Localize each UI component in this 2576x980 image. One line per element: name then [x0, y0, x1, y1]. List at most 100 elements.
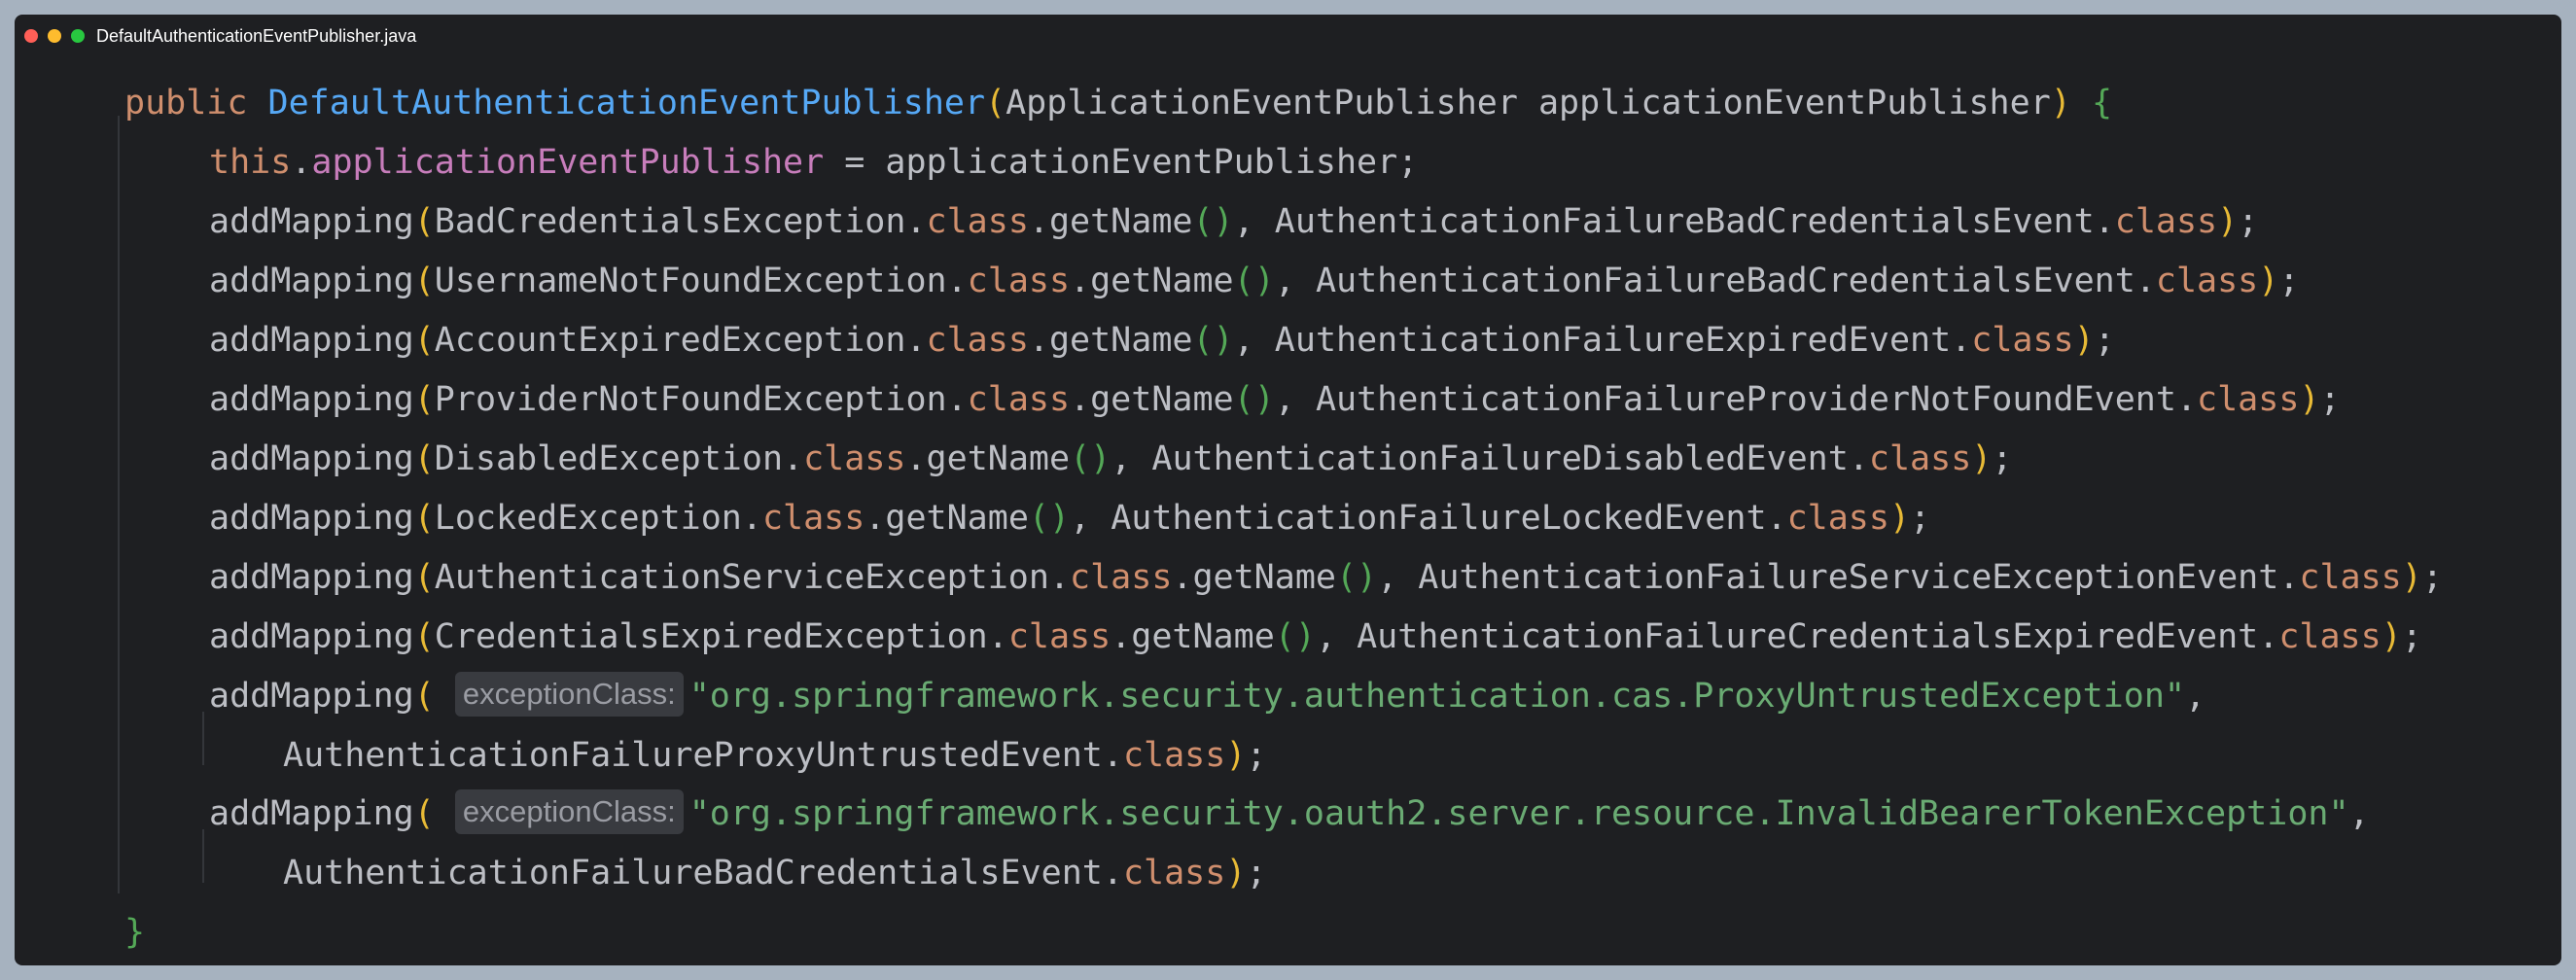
parameter-hint: exceptionClass: — [454, 789, 684, 834]
code-token: . — [2094, 202, 2115, 241]
code-token: ( — [413, 262, 435, 300]
code-token: . — [1102, 854, 1123, 892]
code-token: getName — [926, 439, 1071, 478]
code-token: } — [124, 913, 146, 952]
code-token: addMapping — [209, 380, 414, 419]
code-token: class — [1070, 558, 1173, 597]
code-line-assignment: this.applicationEventPublisher = applica… — [15, 133, 1418, 192]
code-token: addMapping — [209, 677, 414, 716]
code-token: class — [1786, 499, 1889, 538]
code-token: ( — [413, 558, 435, 597]
code-token: AuthenticationFailureBadCredentialsEvent — [1315, 262, 2135, 300]
code-token: class — [926, 321, 1029, 360]
code-token: ( — [413, 439, 435, 478]
code-line-mapping: addMapping(UsernameNotFoundException.cla… — [15, 252, 2299, 311]
code-token: . — [1048, 558, 1071, 597]
code-token: . — [1028, 202, 1049, 241]
code-token: applicationEventPublisher — [1517, 84, 2051, 122]
code-token: AuthenticationServiceException — [434, 558, 1049, 597]
code-line-continuation: AuthenticationFailureBadCredentialsEvent… — [15, 844, 1266, 903]
code-line-string-mapping: addMapping( exceptionClass: "org.springfr… — [15, 667, 2205, 726]
code-token: class — [926, 202, 1029, 241]
code-token: . — [2278, 558, 2300, 597]
code-token: AccountExpiredException — [434, 321, 906, 360]
code-token: . — [783, 439, 804, 478]
code-token: ApplicationEventPublisher — [1006, 84, 1518, 122]
code-token: addMapping — [209, 558, 414, 597]
code-token: . — [1848, 439, 1869, 478]
code-token: class — [2278, 617, 2382, 656]
code-token: ; — [2238, 202, 2259, 241]
code-token: addMapping — [209, 439, 414, 478]
code-token: class — [803, 439, 906, 478]
code-line-mapping: addMapping(ProviderNotFoundException.cla… — [15, 370, 2341, 430]
code-token: DisabledException — [434, 439, 784, 478]
code-token: addMapping — [209, 794, 414, 833]
code-token: ; — [1246, 854, 1267, 892]
code-token: ( — [413, 794, 435, 833]
code-token: ) — [2217, 202, 2239, 241]
code-token: () — [1028, 499, 1071, 538]
code-token: BadCredentialsException — [434, 202, 906, 241]
code-token: AuthenticationFailureExpiredEvent — [1274, 321, 1952, 360]
code-token: addMapping — [209, 202, 414, 241]
code-token: . — [1102, 736, 1123, 775]
code-token: getName — [1048, 321, 1193, 360]
code-token: . — [741, 499, 762, 538]
code-token: ) — [2258, 262, 2279, 300]
code-token: ; — [2421, 558, 2443, 597]
code-token: class — [1868, 439, 1972, 478]
code-token: () — [1233, 262, 1275, 300]
code-token: AuthenticationFailureProxyUntrustedEvent — [283, 736, 1103, 775]
code-token: . — [1070, 262, 1091, 300]
code-token: ; — [1910, 499, 1931, 538]
code-token: () — [1192, 202, 1234, 241]
code-token: getName — [1048, 202, 1193, 241]
code-token: , — [1274, 262, 1316, 300]
code-token: class — [2299, 558, 2402, 597]
constructor-name: DefaultAuthenticationEventPublisher — [267, 84, 986, 122]
code-token: . — [1070, 380, 1091, 419]
code-token: class — [2197, 380, 2300, 419]
code-token: . — [946, 262, 968, 300]
code-area[interactable]: public DefaultAuthenticationEventPublish… — [15, 15, 2561, 965]
code-line-mapping: addMapping(CredentialsExpiredException.c… — [15, 608, 2422, 667]
code-token: . — [1766, 499, 1787, 538]
code-token: applicationEventPublisher — [311, 143, 825, 182]
code-token: ( — [413, 677, 435, 716]
code-token: . — [2258, 617, 2279, 656]
code-token: , — [2184, 677, 2206, 716]
parameter-hint: exceptionClass: — [454, 672, 684, 717]
code-token: . — [2175, 380, 2198, 419]
code-token: class — [967, 262, 1071, 300]
code-token: , — [1233, 202, 1275, 241]
code-token: addMapping — [209, 262, 414, 300]
code-token: ; — [2094, 321, 2115, 360]
code-token: class — [2114, 202, 2218, 241]
code-token: getName — [1131, 617, 1275, 656]
code-token: "org.springframework.security.oauth2.ser… — [688, 794, 2349, 833]
code-token: ) — [1888, 499, 1911, 538]
code-line-closing-brace: } — [15, 903, 145, 962]
code-line-signature: public DefaultAuthenticationEventPublish… — [15, 74, 2112, 133]
code-token: class — [1971, 321, 2074, 360]
code-token: ( — [413, 499, 435, 538]
code-token: ; — [2278, 262, 2300, 300]
code-line-mapping: addMapping(LockedException.class.getName… — [15, 489, 1930, 548]
code-line-mapping: addMapping(BadCredentialsException.class… — [15, 192, 2258, 252]
code-token: ProviderNotFoundException — [434, 380, 947, 419]
code-token: class — [761, 499, 865, 538]
code-token: ( — [413, 380, 435, 419]
code-token: ) — [2401, 558, 2422, 597]
code-token: , — [1111, 439, 1152, 478]
code-token: "org.springframework.security.authentica… — [688, 677, 2185, 716]
code-token: () — [1070, 439, 1112, 478]
code-token: () — [1192, 321, 1234, 360]
code-token: getName — [885, 499, 1029, 538]
code-token: ; — [2319, 380, 2341, 419]
code-token: , — [1315, 617, 1358, 656]
code-line-mapping: addMapping(AccountExpiredException.class… — [15, 311, 2115, 370]
code-token: AuthenticationFailureBadCredentialsEvent — [283, 854, 1103, 892]
code-token: UsernameNotFoundException — [434, 262, 947, 300]
code-token: ; — [1246, 736, 1267, 775]
